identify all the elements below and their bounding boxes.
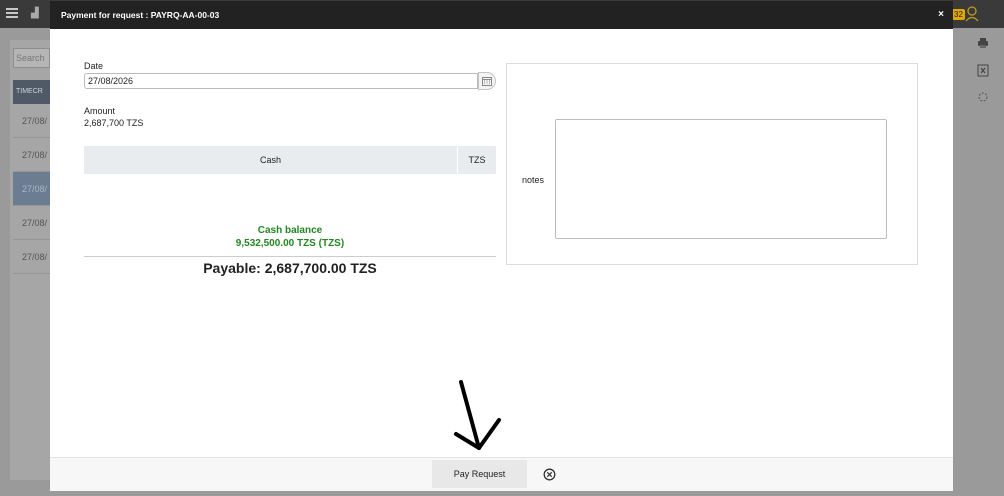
notification-badge[interactable]: 32 <box>952 9 965 20</box>
date-input[interactable] <box>84 73 478 89</box>
amount-value: 2,687,700 TZS <box>84 118 144 128</box>
amount-label: Amount <box>84 106 116 116</box>
table-row[interactable]: 27/08/ <box>13 104 50 138</box>
date-label: Date <box>84 61 104 71</box>
close-icon[interactable]: × <box>938 9 944 20</box>
annotation-arrow-icon <box>454 380 501 450</box>
background-table-header: TIMECR <box>13 80 50 104</box>
modal-title: Payment for request : PAYRQ-AA-00-03 <box>61 10 220 20</box>
excel-icon[interactable] <box>976 64 990 78</box>
chart-icon[interactable]: ▟ <box>31 8 43 20</box>
modal-footer: Pay Request <box>50 457 953 491</box>
cash-balance-label: Cash balance <box>257 225 323 236</box>
pay-request-button[interactable]: Pay Request <box>432 460 527 488</box>
settings-icon[interactable] <box>976 91 990 105</box>
payment-method-cell[interactable]: Cash <box>84 146 458 174</box>
menu-icon[interactable] <box>6 8 18 18</box>
background-search-input[interactable]: Search <box>13 48 50 68</box>
cash-balance: Cash balance 9,532,500.00 TZS (TZS) <box>84 224 496 250</box>
payment-form: Date Amount 2,687,700 TZS Cash TZS Cash … <box>84 61 496 276</box>
table-row[interactable]: 27/08/ <box>13 138 50 172</box>
table-row-selected[interactable]: 27/08/ <box>13 172 50 206</box>
calendar-icon[interactable] <box>478 72 496 90</box>
date-field-group <box>84 72 496 90</box>
notes-label: notes <box>522 175 545 185</box>
payment-currency-cell: TZS <box>468 155 486 165</box>
cancel-circle-icon[interactable] <box>528 460 570 488</box>
modal-header: Payment for request : PAYRQ-AA-00-03 × <box>50 1 953 29</box>
notes-textarea[interactable] <box>555 119 887 239</box>
table-row[interactable]: 27/08/ <box>13 240 50 274</box>
notes-section: notes <box>506 63 918 265</box>
payable-total: Payable: 2,687,700.00 TZS <box>203 260 377 276</box>
print-icon[interactable] <box>976 37 990 51</box>
divider <box>84 256 496 257</box>
cash-balance-value: 9,532,500.00 TZS (TZS) <box>235 238 345 249</box>
payment-method-table: Cash TZS <box>84 146 496 174</box>
user-icon[interactable] <box>965 6 979 22</box>
table-row[interactable]: 27/08/ <box>13 206 50 240</box>
